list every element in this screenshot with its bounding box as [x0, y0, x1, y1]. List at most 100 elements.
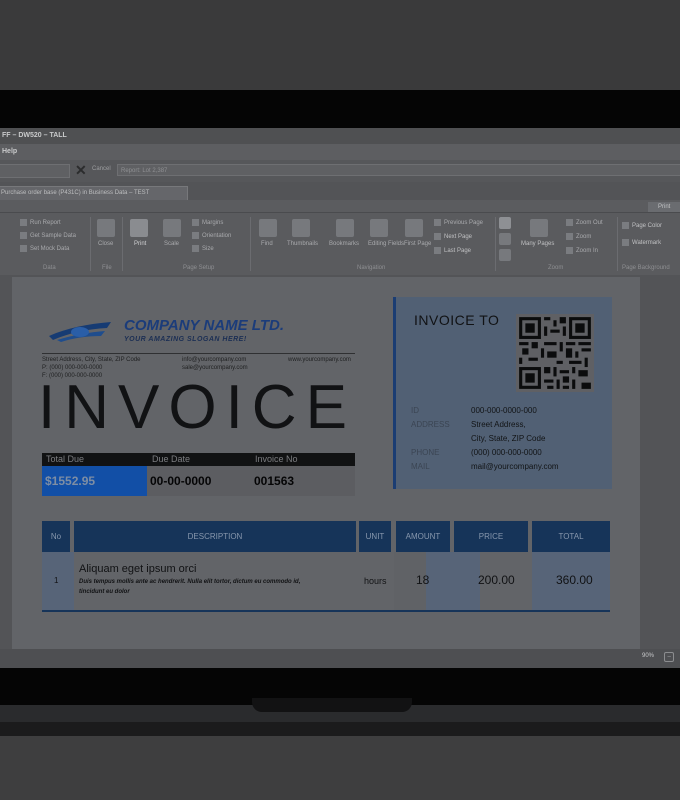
- ribbon-separator: [250, 217, 251, 271]
- laptop-top-bezel: [0, 90, 680, 130]
- previous-page-button[interactable]: Previous Page: [434, 219, 483, 226]
- cancel-icon[interactable]: ✕: [75, 163, 87, 177]
- column-header-no: No: [42, 521, 70, 552]
- menu-help[interactable]: Help: [2, 148, 17, 155]
- magnifier-icon[interactable]: [499, 249, 511, 261]
- find-button-label[interactable]: Find: [261, 241, 273, 247]
- print-preview-tab[interactable]: Print: [648, 202, 680, 212]
- zoom-in-icon: [566, 247, 573, 254]
- table-row: 1 Aliquam eget ipsum orci Duis tempus mo…: [42, 552, 610, 610]
- group-label-file: File: [102, 265, 112, 271]
- print-button-label[interactable]: Print: [134, 241, 146, 247]
- editing-fields-icon[interactable]: [370, 219, 388, 237]
- preview-area[interactable]: COMPANY NAME LTD. YOUR AMAZING SLOGAN HE…: [0, 275, 680, 657]
- hand-icon[interactable]: [499, 233, 511, 245]
- close-icon[interactable]: [97, 219, 115, 237]
- due-date-value: 00-00-0000: [147, 466, 251, 496]
- tab-purchase-order[interactable]: Purchase order base (P431C) in Business …: [0, 186, 188, 200]
- first-page-icon[interactable]: [405, 219, 423, 237]
- ribbon-separator: [90, 217, 91, 271]
- laptop-screen: FF – DW520 – TALL Help ✕ Cancel Report: …: [0, 128, 680, 668]
- last-page-icon: [434, 247, 441, 254]
- group-label-navigation: Navigation: [357, 265, 386, 271]
- laptop-notch: [252, 698, 412, 712]
- lookup-field[interactable]: [0, 164, 70, 178]
- orientation-button[interactable]: Orientation: [192, 232, 231, 239]
- row-no: 1: [54, 576, 59, 585]
- row-unit: hours: [364, 576, 387, 586]
- size-button[interactable]: Size: [192, 245, 214, 252]
- column-header-description: DESCRIPTION: [74, 521, 356, 552]
- address-label: ADDRESS: [411, 420, 450, 429]
- next-page-button[interactable]: Next Page: [434, 233, 472, 240]
- close-button-label[interactable]: Close: [98, 241, 113, 247]
- due-date-label: Due Date: [152, 454, 191, 464]
- window-title: FF – DW520 – TALL: [0, 128, 680, 144]
- invoice-no-value: 001563: [251, 466, 355, 496]
- run-report-button[interactable]: Run Report: [20, 219, 61, 226]
- group-label-page-background: Page Background: [622, 265, 670, 271]
- phone-value: (000) 000-000-0000: [471, 448, 542, 457]
- page-color-icon: [622, 222, 629, 229]
- background-top: [0, 0, 680, 90]
- invoice-to-panel: INVOICE TO ID 000-000-0000-000 ADDRESS S…: [393, 297, 612, 489]
- pointer-icon[interactable]: [499, 217, 511, 229]
- zoom-out-icon: [566, 219, 573, 226]
- thumbnails-button-label[interactable]: Thumbnails: [287, 241, 318, 247]
- row-item-description: Duis tempus mollis ante ac hendrerit. Nu…: [79, 579, 301, 585]
- scale-button-label[interactable]: Scale: [164, 241, 179, 247]
- report-search-input[interactable]: Report: Lot 2,387: [117, 164, 680, 176]
- column-header-unit: UNIT: [359, 521, 391, 552]
- last-page-button[interactable]: Last Page: [434, 247, 471, 254]
- scale-icon[interactable]: [163, 219, 181, 237]
- find-icon[interactable]: [259, 219, 277, 237]
- bookmarks-icon[interactable]: [336, 219, 354, 237]
- many-pages-button-label[interactable]: Many Pages: [521, 241, 554, 247]
- row-price: 200.00: [478, 573, 515, 587]
- ribbon-separator: [122, 217, 123, 271]
- zoom-button[interactable]: Zoom: [566, 233, 591, 240]
- company-slogan: YOUR AMAZING SLOGAN HERE!: [124, 336, 247, 343]
- thumbnails-icon[interactable]: [292, 219, 310, 237]
- total-due-value: $1552.95: [42, 466, 147, 496]
- first-page-button-label[interactable]: First Page: [404, 241, 431, 247]
- address-value: Street Address,: [471, 420, 526, 429]
- mail-label: MAIL: [411, 462, 430, 471]
- company-emails: info@yourcompany.com sale@yourcompany.co…: [182, 357, 248, 371]
- bookmarks-button-label[interactable]: Bookmarks: [329, 241, 359, 247]
- get-sample-data-button[interactable]: Get Sample Data: [20, 232, 76, 239]
- invoice-page: COMPANY NAME LTD. YOUR AMAZING SLOGAN HE…: [12, 277, 640, 657]
- cancel-label[interactable]: Cancel: [92, 166, 111, 172]
- column-header-price: PRICE: [454, 521, 528, 552]
- group-label-page-setup: Page Setup: [183, 265, 215, 271]
- row-item-description-line2: tincidunt eu dolor: [79, 589, 130, 595]
- printer-icon[interactable]: [130, 219, 148, 237]
- search-bar: ✕ Cancel Report: Lot 2,387: [0, 160, 680, 182]
- id-value: 000-000-0000-000: [471, 406, 537, 415]
- data-icon: [20, 232, 27, 239]
- margins-button[interactable]: Margins: [192, 219, 223, 226]
- row-item-title: Aliquam eget ipsum orci: [79, 563, 197, 575]
- group-label-data: Data: [43, 265, 56, 271]
- watermark-icon: [622, 239, 629, 246]
- next-page-icon: [434, 233, 441, 240]
- summary-header-bar: [42, 453, 355, 466]
- background-bottom: [0, 736, 680, 800]
- ribbon-separator: [495, 217, 496, 271]
- editing-fields-button-label[interactable]: Editing Fields: [368, 241, 404, 247]
- previous-page-icon: [434, 219, 441, 226]
- company-logo-icon: [49, 322, 111, 342]
- company-website: www.yourcompany.com: [288, 357, 351, 363]
- set-mock-data-button[interactable]: Set Mock Data: [20, 245, 69, 252]
- invoice-summary: Total Due Due Date Invoice No $1552.95 0…: [42, 453, 355, 498]
- zoom-out-button[interactable]: Zoom Out: [566, 219, 603, 226]
- page-color-button[interactable]: Page Color: [622, 222, 662, 229]
- status-bar: 90% −: [0, 649, 680, 668]
- mock-data-icon: [20, 245, 27, 252]
- group-label-zoom: Zoom: [548, 265, 564, 271]
- zoom-minus-icon[interactable]: −: [664, 652, 674, 662]
- many-pages-icon[interactable]: [530, 219, 548, 237]
- column-header-total: TOTAL: [532, 521, 610, 552]
- watermark-button[interactable]: Watermark: [622, 239, 661, 246]
- zoom-in-button[interactable]: Zoom In: [566, 247, 598, 254]
